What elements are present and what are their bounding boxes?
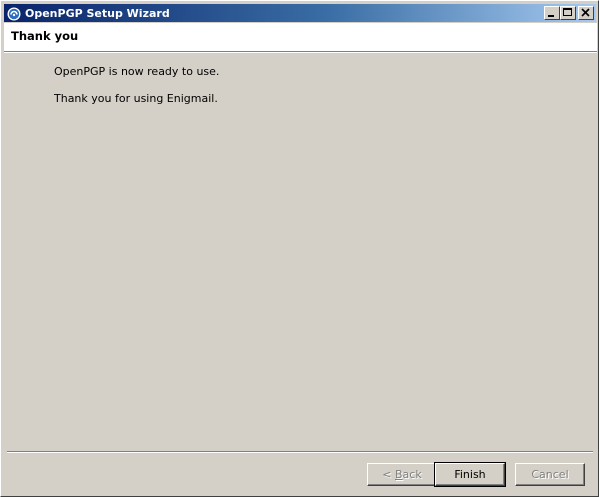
back-button[interactable]: < Back (367, 463, 437, 486)
ready-message: OpenPGP is now ready to use. (54, 65, 220, 78)
back-accel-label: B (395, 468, 403, 481)
close-icon (581, 8, 590, 17)
window-controls (544, 6, 594, 20)
cancel-label: Cancel (531, 468, 569, 481)
back-arrow-label: < (382, 468, 395, 481)
maximize-button[interactable] (560, 6, 576, 20)
title-bar[interactable]: OpenPGP Setup Wizard (4, 4, 596, 22)
wizard-header: Thank you (4, 23, 597, 52)
page-title: Thank you (11, 29, 79, 43)
close-button[interactable] (578, 6, 594, 20)
back-rest-label: ack (402, 468, 422, 481)
wizard-window: OpenPGP Setup Wizard Thank you OpenPGP i… (0, 0, 599, 497)
header-divider (4, 52, 597, 53)
maximize-icon (563, 8, 572, 16)
cancel-button[interactable]: Cancel (515, 463, 585, 486)
window-title: OpenPGP Setup Wizard (25, 6, 170, 20)
button-separator (7, 451, 593, 453)
minimize-button[interactable] (544, 6, 560, 20)
minimize-icon (548, 15, 554, 17)
enigmail-icon (7, 6, 21, 21)
finish-label: Finish (454, 468, 486, 481)
thanks-message: Thank you for using Enigmail. (54, 92, 218, 105)
wizard-content: OpenPGP is now ready to use. Thank you f… (54, 65, 219, 106)
finish-button[interactable]: Finish (434, 462, 506, 487)
